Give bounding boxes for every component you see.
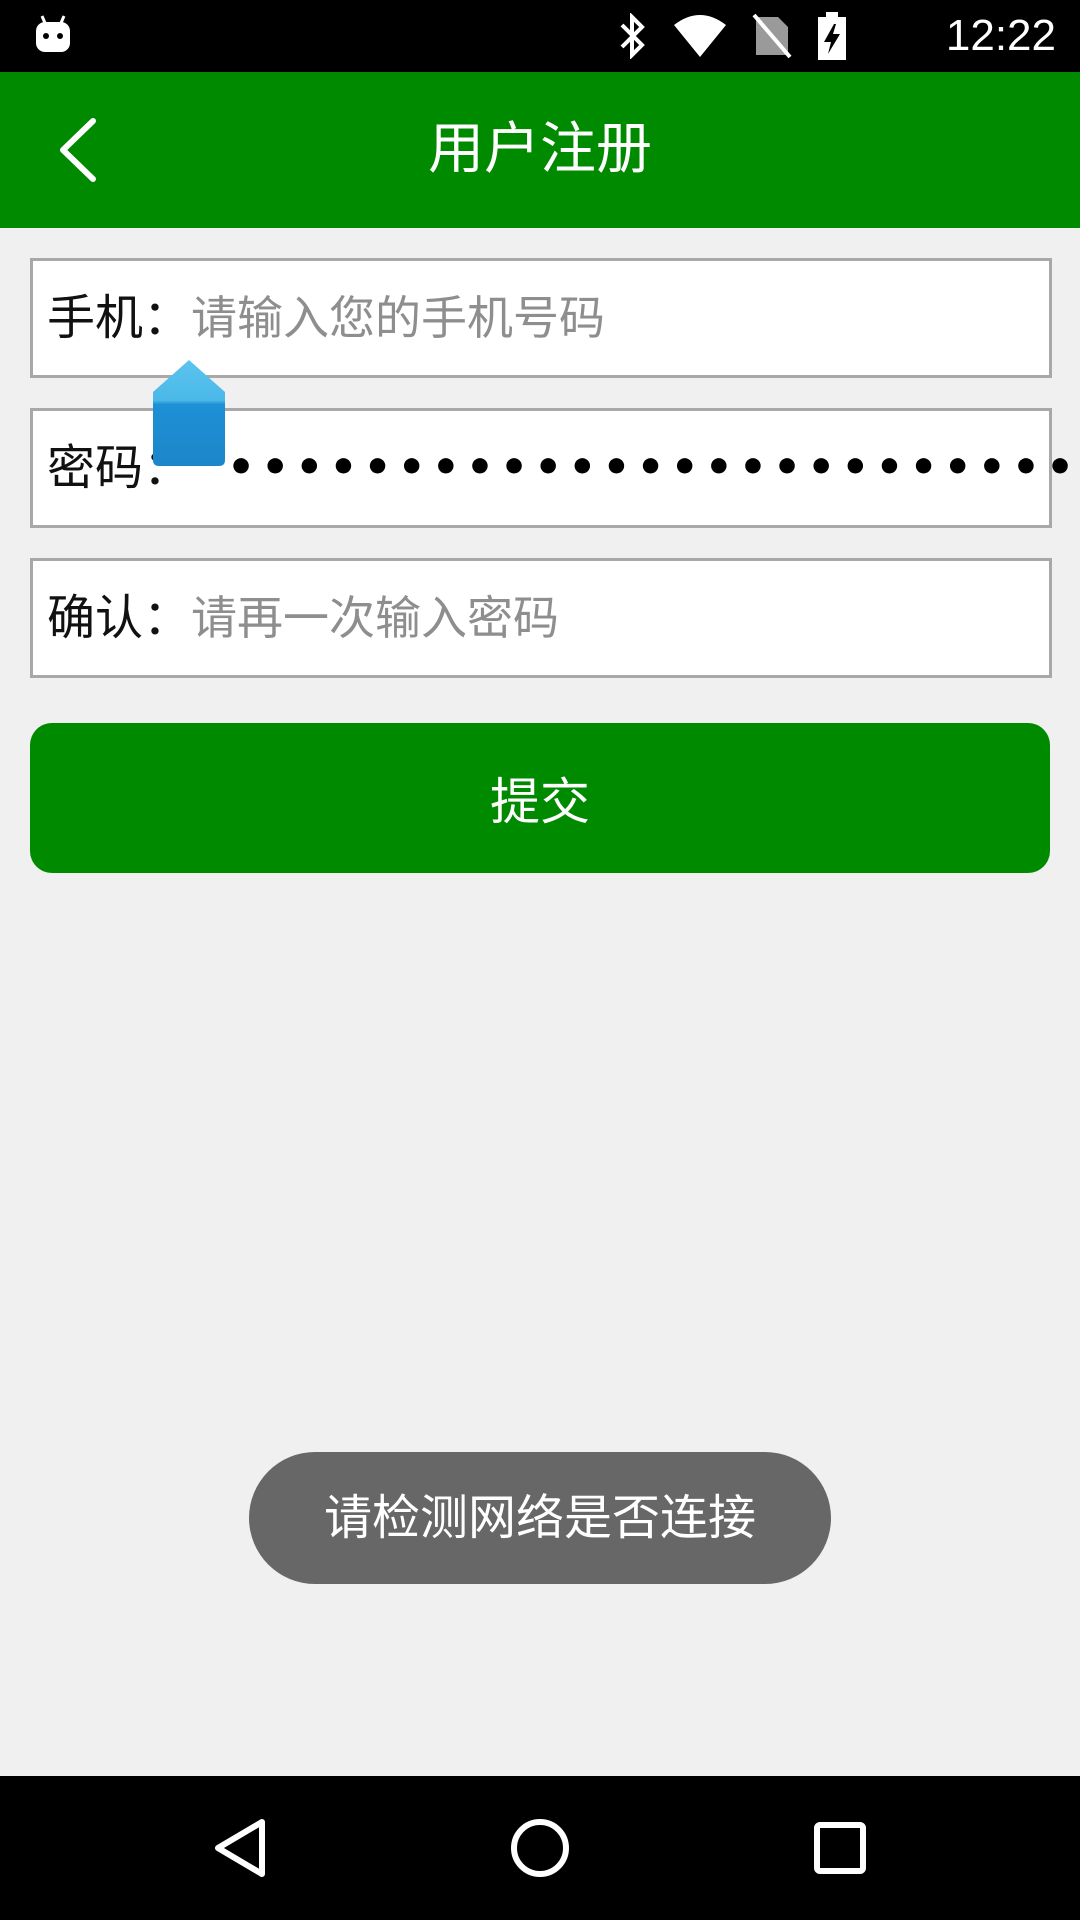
no-sim-icon: [752, 13, 792, 59]
confirm-label: 确认：: [47, 590, 192, 646]
status-bar: 12:22: [0, 0, 1080, 72]
bluetooth-icon: [618, 13, 648, 59]
confirm-input[interactable]: [191, 561, 1031, 675]
nav-back-icon: [215, 1819, 265, 1877]
password-input[interactable]: •••••••••••••••••••••••••: [227, 411, 1080, 525]
android-robot-icon: [34, 14, 72, 54]
submit-button[interactable]: 提交: [30, 723, 1050, 873]
register-screen: 12:22 用户注册 手机： 密码： •••••••••••••••••••••…: [0, 0, 1080, 1920]
app-bar: 用户注册: [0, 72, 1080, 228]
nav-home-icon: [511, 1819, 569, 1877]
confirm-field[interactable]: 确认：: [30, 558, 1052, 678]
cursor-handle-icon[interactable]: [151, 358, 227, 468]
battery-charging-icon: [816, 12, 848, 60]
nav-recents-icon: [814, 1822, 866, 1874]
status-icons: [618, 12, 848, 60]
wifi-icon: [672, 15, 728, 57]
page-title: 用户注册: [428, 117, 652, 182]
nav-bar: [0, 1776, 1080, 1920]
nav-back-button[interactable]: [190, 1798, 290, 1898]
status-time: 12:22: [945, 11, 1056, 60]
nav-home-button[interactable]: [490, 1798, 590, 1898]
nav-recents-button[interactable]: [790, 1798, 890, 1898]
phone-input[interactable]: [191, 261, 1031, 375]
toast-message: 请检测网络是否连接: [249, 1452, 831, 1584]
